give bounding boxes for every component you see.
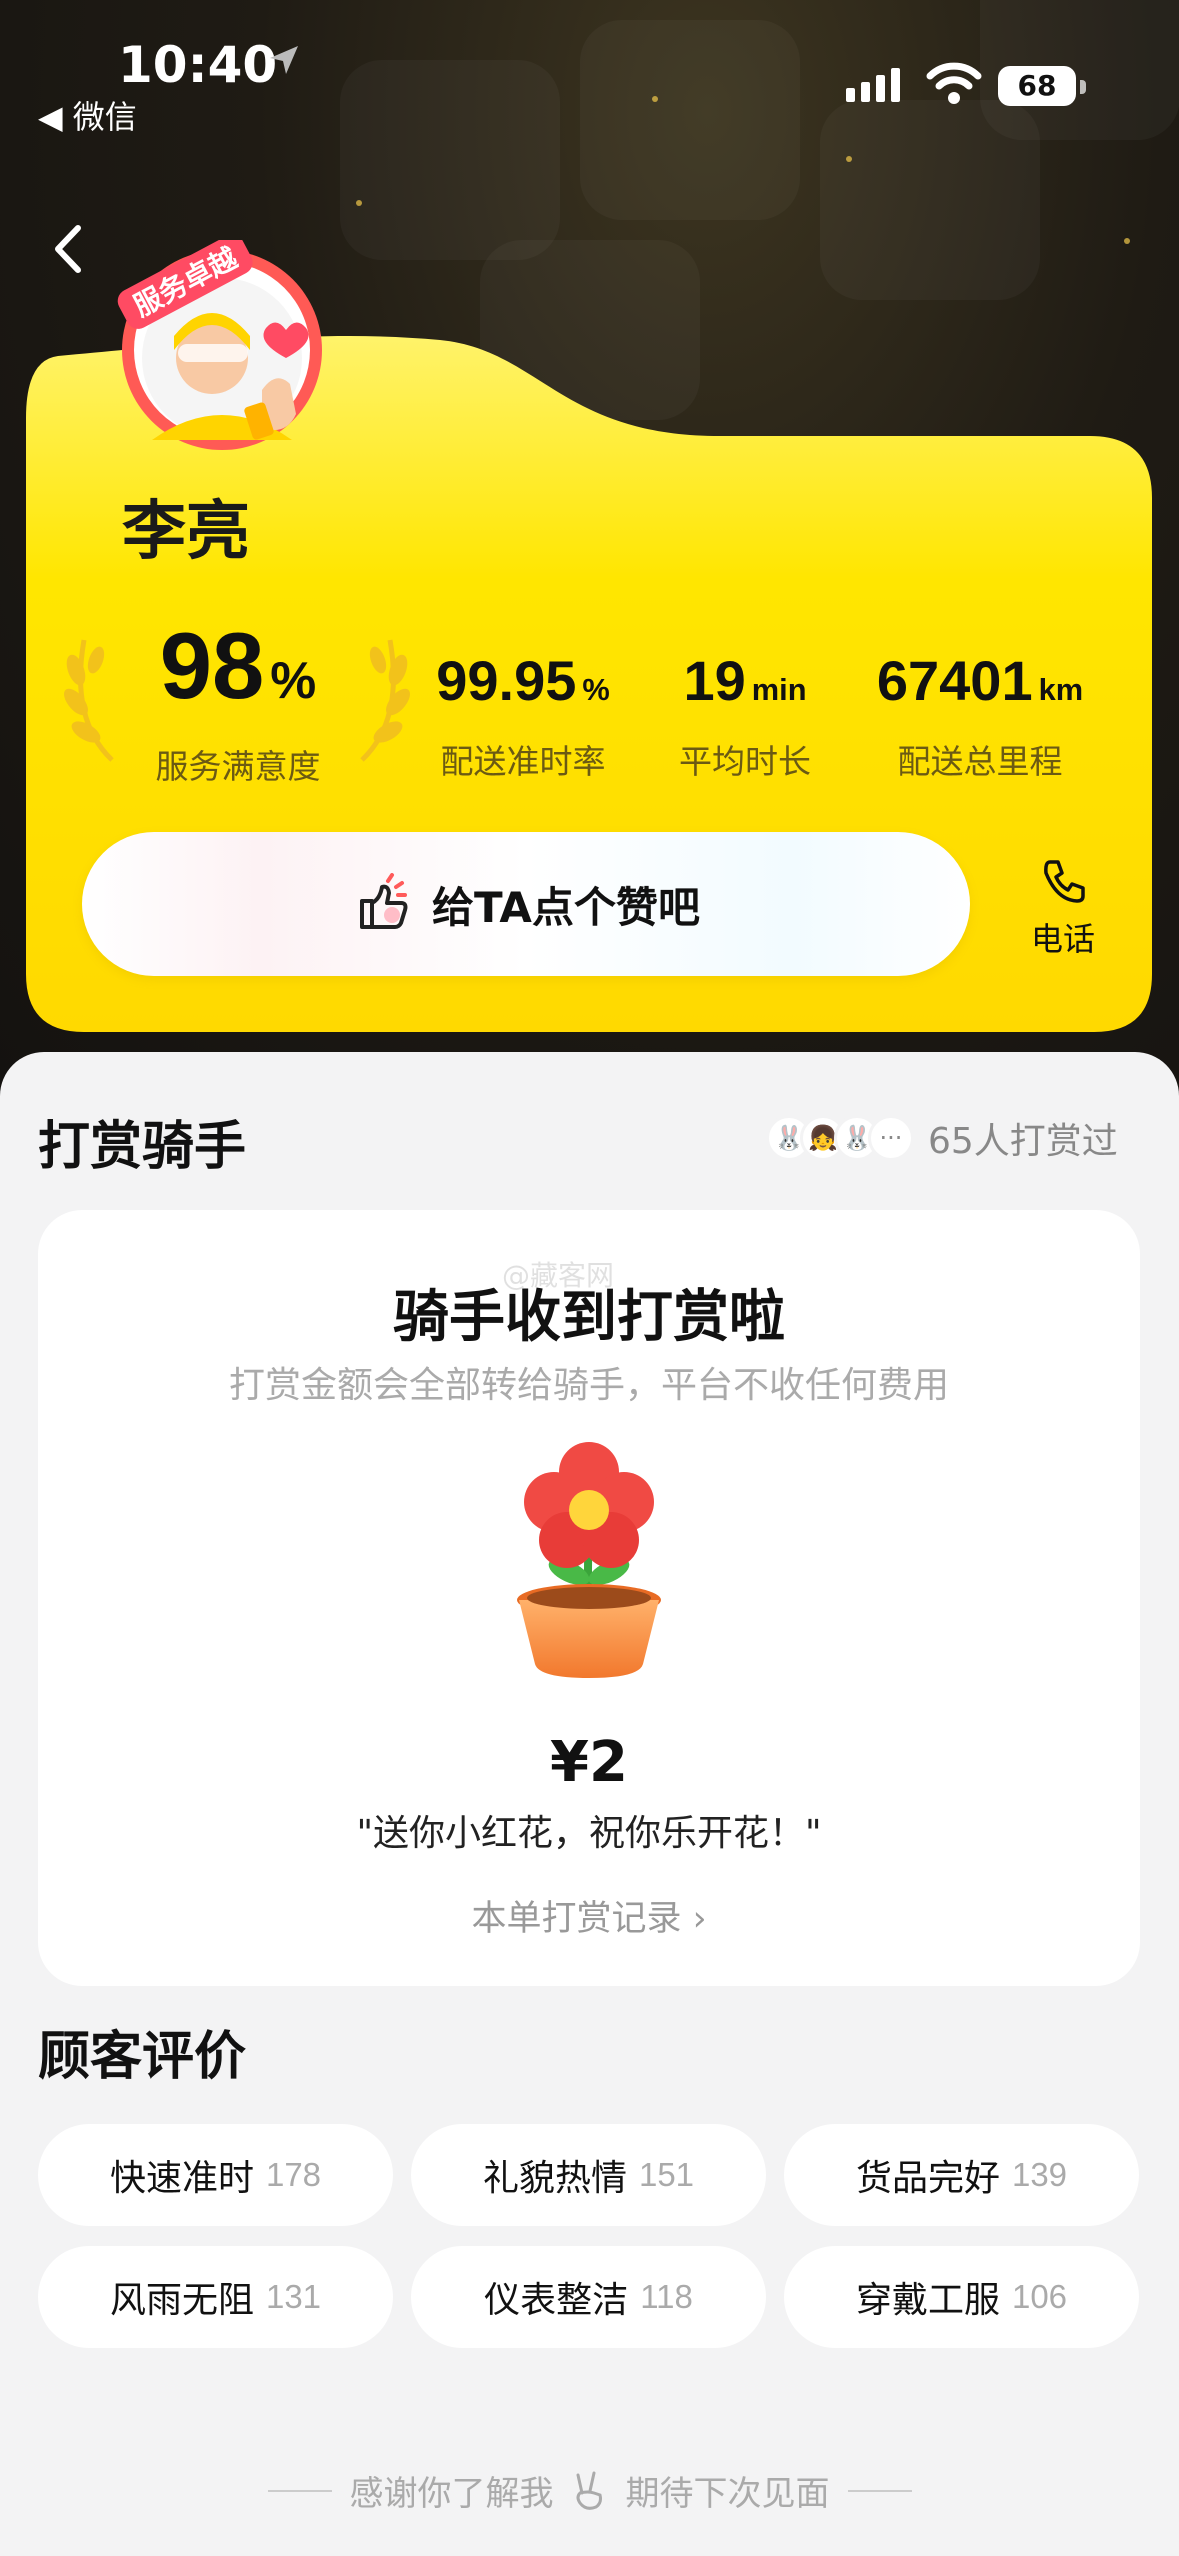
wifi-icon — [926, 62, 982, 104]
back-arrow-icon[interactable] — [40, 214, 100, 284]
stat-total-distance: 67401 km 配送总里程 — [860, 644, 1100, 783]
stat-value: 98 — [159, 613, 265, 718]
rider-avatar: 服务卓越 — [117, 240, 322, 450]
stat-unit: min — [751, 672, 807, 707]
stat-value: 19 — [683, 649, 746, 712]
footer-left-text: 感谢你了解我 — [349, 2474, 554, 2514]
footer: 感谢你了解我 期待下次见面 — [0, 2466, 1179, 2515]
watermark: @藏客网 — [502, 1259, 615, 1292]
phone-button-label: 电话 — [1030, 920, 1095, 958]
tip-amount: ¥2 — [550, 1730, 628, 1795]
back-to-wechat[interactable]: ◀ 微信 — [38, 92, 137, 138]
stat-label: 配送准时率 — [440, 742, 606, 781]
stat-label: 服务满意度 — [155, 747, 321, 786]
review-tag[interactable]: 礼貌热情 151 — [411, 2124, 766, 2226]
stat-label: 配送总里程 — [897, 742, 1063, 781]
footer-right-text: 期待下次见面 — [625, 2474, 830, 2514]
review-tag-count: 139 — [1011, 2156, 1068, 2193]
stat-ontime-rate: 99.95% 配送准时率 — [418, 644, 628, 783]
review-tag-label: 穿戴工服 — [855, 2280, 1000, 2321]
review-tag-label: 仪表整洁 — [484, 2280, 629, 2321]
tip-record-link[interactable]: 本单打赏记录 › — [38, 1890, 1140, 1941]
like-button[interactable]: 给TA点个赞吧 — [82, 832, 970, 976]
tip-message: "送你小红花，祝你乐开花！" — [356, 1813, 822, 1854]
status-time: 10:40 — [118, 36, 278, 94]
laurel-right-icon — [360, 639, 410, 762]
cellular-signal-icon — [846, 68, 900, 102]
tip-section-title: 打赏骑手 — [38, 1117, 247, 1177]
review-tag-count: 106 — [1011, 2278, 1068, 2315]
reviews-section-title: 顾客评价 — [38, 2027, 247, 2087]
tip-card-subtitle: 打赏金额会全部转给骑手，平台不收任何费用 — [228, 1365, 949, 1406]
review-tag[interactable]: 穿戴工服 106 — [784, 2246, 1139, 2348]
tipper-avatars[interactable]: 🐰 👧 🐰 ··· 65人打赏过 — [766, 1112, 1118, 1164]
like-button-label: 给TA点个赞吧 — [432, 882, 700, 932]
battery-indicator: 68 — [998, 66, 1076, 106]
review-tags: 快速准时 178 礼貌热情 151 货品完好 139 风雨无阻 131 仪表整洁 118 … — [38, 2124, 1140, 2348]
phone-icon — [1044, 860, 1085, 903]
stat-average-time: 19 min 平均时长 — [660, 644, 830, 783]
review-tag-count: 178 — [265, 2156, 322, 2193]
thumbs-up-icon — [360, 873, 408, 929]
footer-divider — [847, 2489, 912, 2492]
review-tag-label: 礼貌热情 — [482, 2158, 627, 2199]
more-dots-icon: ··· — [868, 1115, 914, 1161]
tip-card: 骑手收到打赏啦 打赏金额会全部转给骑手，平台不收任何费用 ¥2 "送你小红花，祝… — [38, 1210, 1140, 1986]
review-tag-label: 风雨无阻 — [109, 2280, 254, 2321]
stat-unit: km — [1038, 672, 1084, 707]
battery-nub — [1080, 80, 1086, 94]
review-tag-label: 快速准时 — [109, 2158, 254, 2199]
stat-label: 平均时长 — [679, 742, 811, 781]
footer-divider — [267, 2489, 332, 2492]
review-tag-count: 118 — [640, 2278, 693, 2315]
tipper-count: 65人打赏过 — [928, 1121, 1118, 1162]
review-tag[interactable]: 快速准时 178 — [38, 2124, 393, 2226]
stat-unit: % — [582, 672, 610, 707]
laurel-left-icon — [64, 639, 114, 762]
review-tag[interactable]: 仪表整洁 118 — [411, 2246, 766, 2348]
phone-button[interactable]: 电话 — [1020, 856, 1106, 960]
review-tag-label: 货品完好 — [855, 2158, 1000, 2199]
review-tag[interactable]: 货品完好 139 — [784, 2124, 1139, 2226]
review-tag-count: 151 — [638, 2156, 695, 2193]
review-tag-count: 131 — [265, 2278, 322, 2315]
stat-satisfaction: 98% 服务满意度 — [138, 614, 338, 788]
red-flower-pot-icon — [517, 1442, 661, 1678]
location-arrow-icon — [270, 46, 298, 74]
review-tag[interactable]: 风雨无阻 131 — [38, 2246, 393, 2348]
stat-unit: % — [270, 651, 317, 709]
stat-value: 99.95 — [436, 649, 577, 712]
stat-value: 67401 — [876, 649, 1033, 712]
victory-hand-icon — [576, 2471, 602, 2510]
rider-name: 李亮 — [122, 495, 250, 569]
